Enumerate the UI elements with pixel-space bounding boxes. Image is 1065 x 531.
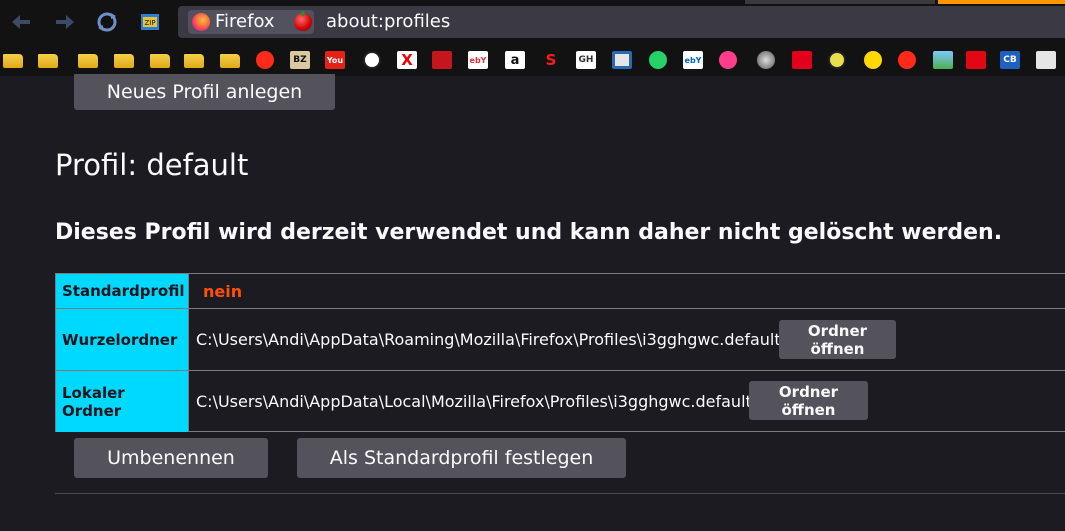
monitor-bookmark-icon[interactable] <box>612 51 632 69</box>
ebay-bookmark-icon[interactable]: ebY <box>468 51 488 69</box>
fritz-bookmark-icon[interactable] <box>966 51 986 69</box>
table-row: Wurzelordner C:\Users\Andi\AppData\Roami… <box>56 309 1065 371</box>
forward-arrow-icon[interactable] <box>52 10 76 34</box>
row-label-default-profile: Standardprofil <box>56 274 189 308</box>
youtube-bookmark-icon[interactable]: You <box>325 51 345 69</box>
folder-6-icon[interactable] <box>184 54 204 68</box>
strawberry-extension-icon[interactable] <box>294 11 312 31</box>
local-folder-path: C:\Users\Andi\AppData\Local\Mozilla\Fire… <box>196 392 752 411</box>
whatsapp-bookmark-icon[interactable] <box>649 51 667 69</box>
profile-table: Standardprofil nein Wurzelordner C:\User… <box>55 273 1065 432</box>
table-row: Standardprofil nein <box>56 274 1065 309</box>
bookmarks-toolbar: BZ You X ebY a S GH ebY CB <box>0 44 1065 76</box>
gh-bookmark-icon[interactable]: GH <box>576 51 596 69</box>
root-folder-path: C:\Users\Andi\AppData\Roaming\Mozilla\Fi… <box>196 330 781 349</box>
row-label-root-folder: Wurzelordner <box>56 309 189 370</box>
face-bookmark-icon[interactable] <box>828 51 846 69</box>
active-tab-edge[interactable] <box>938 0 1065 4</box>
firefox-bookmark-icon[interactable] <box>256 51 274 69</box>
url-text[interactable]: about:profiles <box>326 11 450 32</box>
sparkasse-bookmark-icon[interactable]: S <box>541 51 561 69</box>
bz-bookmark-icon[interactable]: BZ <box>290 51 310 69</box>
new-profile-button[interactable]: Neues Profil anlegen <box>74 74 335 110</box>
browser-toolbar: ZIP Firefox about:profiles <box>0 0 1065 44</box>
red-bookmark-icon[interactable] <box>792 51 812 69</box>
svg-text:ZIP: ZIP <box>144 19 155 27</box>
ebay-2-bookmark-icon[interactable]: ebY <box>683 51 703 69</box>
section-divider <box>55 493 1065 494</box>
sync-icon[interactable] <box>95 10 119 34</box>
open-root-folder-button[interactable]: Ordner öffnen <box>779 320 896 359</box>
tab-strip-edge <box>745 0 935 4</box>
set-default-profile-button[interactable]: Als Standardprofil festlegen <box>297 438 626 478</box>
open-local-folder-button[interactable]: Ordner öffnen <box>749 381 868 420</box>
profile-title: Profil: default <box>55 148 249 182</box>
amazon-bookmark-icon[interactable]: a <box>505 51 525 69</box>
row-label-local-folder: Lokaler Ordner <box>56 371 189 432</box>
folder-1-icon[interactable] <box>3 54 23 68</box>
default-profile-value: nein <box>203 281 243 301</box>
firefox-logo-icon <box>192 13 210 31</box>
identity-label: Firefox <box>215 11 275 32</box>
smiley-bookmark-icon[interactable] <box>864 51 882 69</box>
folder-4-icon[interactable] <box>114 54 134 68</box>
notepad-bookmark-icon[interactable] <box>1036 51 1056 69</box>
identity-box[interactable]: Firefox <box>188 10 314 34</box>
gray-circle-bookmark-icon[interactable] <box>757 51 775 69</box>
extension-icon[interactable]: ZIP <box>138 10 162 34</box>
table-row: Lokaler Ordner C:\Users\Andi\AppData\Loc… <box>56 371 1065 432</box>
x-bookmark-icon[interactable]: X <box>397 51 417 69</box>
back-arrow-icon[interactable] <box>10 10 34 34</box>
rename-button[interactable]: Umbenennen <box>74 438 268 478</box>
cloud-bookmark-icon[interactable] <box>719 51 737 69</box>
profile-note: Dieses Profil wird derzeit verwendet und… <box>55 220 1003 245</box>
folder-3-icon[interactable] <box>78 54 98 68</box>
url-bar[interactable]: Firefox about:profiles <box>178 6 1065 38</box>
cb-bookmark-icon[interactable]: CB <box>1000 51 1020 69</box>
landscape-bookmark-icon[interactable] <box>933 51 953 69</box>
firefox-2-bookmark-icon[interactable] <box>898 51 916 69</box>
circle-bookmark-icon[interactable] <box>363 51 381 69</box>
red-square-bookmark-icon[interactable] <box>432 51 452 69</box>
folder-5-icon[interactable] <box>150 54 170 68</box>
folder-7-icon[interactable] <box>220 54 240 68</box>
folder-2-icon[interactable] <box>38 54 58 68</box>
